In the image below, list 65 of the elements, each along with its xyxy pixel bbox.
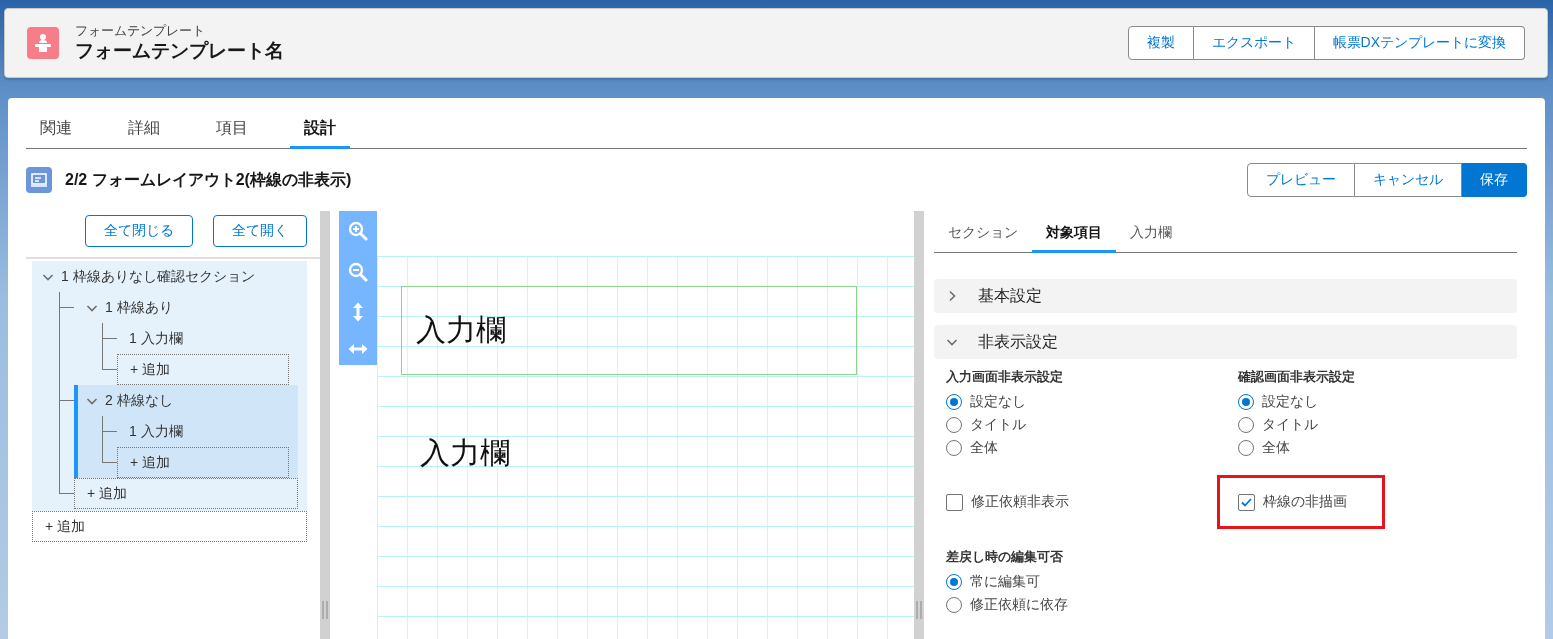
horizontal-arrow-icon[interactable] — [348, 342, 368, 355]
add-item-button[interactable]: + 追加 — [117, 447, 289, 478]
checkbox[interactable] — [1238, 493, 1255, 511]
radio-label[interactable]: 常に編集可 — [970, 572, 1040, 591]
layout-action-button[interactable]: プレビュー — [1247, 163, 1355, 197]
radio-label[interactable]: タイトル — [970, 415, 1026, 434]
tree-item-label[interactable]: 1 枠線ありなし確認セクション — [61, 267, 255, 286]
property-tab[interactable]: 入力欄 — [1116, 215, 1186, 253]
tree-item[interactable]: 1 入力欄 — [117, 416, 298, 447]
tab[interactable]: 設計 — [290, 110, 350, 149]
header-action-button[interactable]: エクスポート — [1193, 26, 1315, 60]
zoom-in-icon[interactable] — [348, 221, 368, 242]
group-label: 確認画面非表示設定 — [1238, 369, 1356, 386]
radio-label[interactable]: 設定なし — [970, 392, 1026, 411]
accordion-title: 非表示設定 — [978, 331, 1058, 352]
group-label: 差戻し時の編集可否 — [946, 549, 1064, 566]
accordion-header[interactable]: 非表示設定 — [934, 325, 1517, 359]
radio-button[interactable] — [1238, 416, 1254, 433]
presenter-icon — [27, 27, 59, 59]
tab[interactable]: 関連 — [26, 110, 86, 149]
radio-button[interactable] — [946, 596, 962, 613]
checkmark-icon — [1241, 497, 1252, 507]
add-item-button[interactable]: + 追加 — [74, 478, 298, 509]
checkbox-label[interactable]: 枠線の非描画 — [1263, 493, 1347, 511]
tab[interactable]: 項目 — [202, 110, 262, 149]
zoom-out-icon[interactable] — [348, 261, 368, 282]
collapse-all-button[interactable]: 全て閉じる — [85, 215, 193, 247]
field-label: 入力欄 — [416, 312, 506, 348]
object-type-label: フォームテンプレート — [75, 23, 206, 39]
splitter-grip-icon[interactable] — [322, 601, 328, 619]
field-frame[interactable]: 入力欄 — [401, 286, 857, 375]
property-tab[interactable]: 対象項目 — [1032, 215, 1116, 253]
radio-button[interactable] — [946, 439, 962, 456]
layout-title: 2/2 フォームレイアウト2(枠線の非表示) — [65, 169, 353, 190]
radio-button[interactable] — [946, 573, 962, 590]
layout-action-button[interactable]: キャンセル — [1355, 163, 1462, 197]
radio-button[interactable] — [1238, 393, 1254, 410]
layout-action-button[interactable]: 保存 — [1462, 163, 1527, 197]
header-action-button[interactable]: 帳票DXテンプレートに変換 — [1314, 26, 1525, 60]
radio-label[interactable]: 修正依頼に依存 — [970, 595, 1068, 614]
radio-button[interactable] — [946, 393, 962, 410]
accordion-header[interactable]: 基本設定 — [934, 279, 1517, 313]
header-action-button[interactable]: 複製 — [1127, 26, 1194, 60]
group-label: 入力画面非表示設定 — [946, 369, 1064, 386]
radio-label[interactable]: 全体 — [970, 438, 998, 457]
vertical-arrow-icon[interactable] — [352, 302, 364, 323]
radio-label[interactable]: 設定なし — [1262, 392, 1318, 411]
checkbox[interactable] — [946, 493, 963, 511]
radio-button[interactable] — [946, 416, 962, 433]
radio-label[interactable]: タイトル — [1262, 415, 1318, 434]
property-tab[interactable]: セクション — [934, 215, 1032, 253]
layout-icon — [26, 167, 52, 193]
splitter-grip-icon[interactable] — [916, 601, 922, 619]
checkbox-label[interactable]: 修正依頼非表示 — [971, 493, 1069, 511]
radio-button[interactable] — [1238, 439, 1254, 456]
tree-item-label[interactable]: 1 枠線あり — [105, 298, 173, 317]
tree-item[interactable]: 1 入力欄 — [117, 323, 298, 354]
tab[interactable]: 詳細 — [114, 110, 174, 149]
accordion-title: 基本設定 — [978, 285, 1042, 306]
radio-label[interactable]: 全体 — [1262, 438, 1290, 457]
field-label[interactable]: 入力欄 — [420, 433, 510, 474]
expand-all-button[interactable]: 全て開く — [213, 215, 307, 247]
add-item-button[interactable]: + 追加 — [32, 511, 307, 542]
record-title: フォームテンプレート名 — [75, 39, 285, 63]
tree-item-label[interactable]: 2 枠線なし — [105, 391, 173, 410]
